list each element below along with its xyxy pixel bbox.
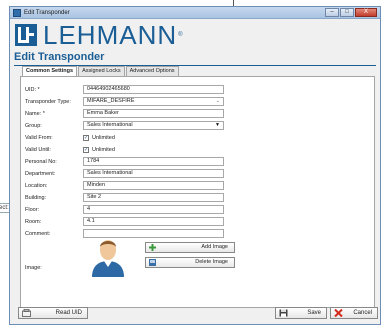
title-bar[interactable]: Edit Transponder – □ X xyxy=(10,7,380,19)
group-value: Sales International xyxy=(87,122,133,128)
valid-from-checkbox-group: ✓ Unlimited xyxy=(83,134,115,141)
valid-until-text: Unlimited xyxy=(92,146,115,153)
group-label: Group: xyxy=(25,122,42,129)
common-settings-panel: UID: * 04464902465680 Transponder Type: … xyxy=(20,76,375,308)
add-image-label: Add Image xyxy=(201,244,228,250)
window-title: Edit Transponder xyxy=(24,10,70,16)
cancel-button[interactable]: Cancel xyxy=(330,307,378,319)
name-field[interactable]: Emma Baker xyxy=(83,109,224,118)
save-label: Save xyxy=(307,310,321,316)
uid-field[interactable]: 04464902465680 xyxy=(83,85,224,94)
app-icon xyxy=(13,9,21,17)
location-label: Location: xyxy=(25,182,48,189)
background-strip xyxy=(0,0,9,325)
read-uid-label: Read UID xyxy=(55,310,82,316)
card-reader-icon xyxy=(22,309,31,317)
transponder-type-row: Transponder Type: MIFARE_DESFIRE ⌄ xyxy=(25,97,225,106)
group-row: Group: Sales International ▼ xyxy=(25,121,225,130)
floppy-disk-icon xyxy=(279,309,288,317)
room-label: Room: xyxy=(25,218,42,225)
personal-no-field[interactable]: 1784 xyxy=(83,157,224,166)
department-row: Department: Sales International xyxy=(25,169,225,178)
uid-label: UID: * xyxy=(25,86,40,93)
name-row: Name: * Emma Baker xyxy=(25,109,225,118)
window-controls: – □ X xyxy=(324,8,377,17)
building-row: Building: Site 2 xyxy=(25,193,225,202)
cancel-x-icon xyxy=(334,308,343,318)
transponder-type-select[interactable]: MIFARE_DESFIRE ⌄ xyxy=(83,97,224,106)
caret-down-icon: ▼ xyxy=(215,122,220,128)
building-label: Building: xyxy=(25,194,47,201)
logo-wordmark: LEHMANN xyxy=(43,20,178,50)
image-label: Image: xyxy=(25,264,42,271)
room-row: Room: 4.1 xyxy=(25,217,225,226)
transponder-type-value: MIFARE_DESFIRE xyxy=(87,98,135,104)
plus-icon xyxy=(149,244,156,251)
floor-row: Floor: 4 xyxy=(25,205,225,214)
page-title: Edit Transponder xyxy=(14,51,105,63)
logo-registered-mark: ® xyxy=(178,32,183,38)
cancel-label: Cancel xyxy=(353,310,372,316)
department-field[interactable]: Sales International xyxy=(83,169,224,178)
location-row: Location: Minden xyxy=(25,181,225,190)
department-label: Department: xyxy=(25,170,56,177)
valid-until-checkbox[interactable]: ✓ xyxy=(83,146,89,153)
comment-label: Comment: xyxy=(25,230,51,237)
avatar-placeholder-icon xyxy=(92,240,124,277)
floor-field[interactable]: 4 xyxy=(83,205,224,214)
room-field[interactable]: 4.1 xyxy=(83,217,224,226)
chevron-down-icon: ⌄ xyxy=(215,98,220,104)
valid-until-label: Valid Until: xyxy=(25,146,51,153)
minimize-button[interactable]: – xyxy=(325,8,339,17)
name-label: Name: * xyxy=(25,110,45,117)
valid-until-checkbox-group: ✓ Unlimited xyxy=(83,146,115,153)
save-button[interactable]: Save xyxy=(275,307,327,319)
read-uid-button[interactable]: Read UID xyxy=(18,307,88,319)
image-delete-icon xyxy=(149,259,156,266)
personal-no-label: Personal No: xyxy=(25,158,57,165)
add-image-button[interactable]: Add Image xyxy=(145,242,235,253)
floor-label: Floor: xyxy=(25,206,40,213)
valid-from-text: Unlimited xyxy=(92,134,115,141)
transponder-type-label: Transponder Type: xyxy=(25,98,71,105)
building-field[interactable]: Site 2 xyxy=(83,193,224,202)
valid-from-row: Valid From: ✓ Unlimited xyxy=(25,133,225,142)
tab-assigned-locks[interactable]: Assigned Locks xyxy=(78,66,125,76)
close-button[interactable]: X xyxy=(355,8,377,17)
tab-advanced-options[interactable]: Advanced Options xyxy=(125,66,179,76)
uid-row: UID: * 04464902465680 xyxy=(25,85,225,94)
maximize-button[interactable]: □ xyxy=(340,8,354,17)
delete-image-button[interactable]: Delete Image xyxy=(145,257,235,268)
valid-from-checkbox[interactable]: ✓ xyxy=(83,134,89,141)
valid-until-row: Valid Until: ✓ Unlimited xyxy=(25,145,225,154)
group-select[interactable]: Sales International ▼ xyxy=(83,121,224,130)
edit-transponder-window: Edit Transponder – □ X LEHMANN ® Edit Tr… xyxy=(9,6,381,325)
logo-mark-icon xyxy=(15,24,37,46)
delete-image-label: Delete Image xyxy=(195,259,228,265)
personal-no-row: Personal No: 1784 xyxy=(25,157,225,166)
valid-from-label: Valid From: xyxy=(25,134,53,141)
lehmann-logo: LEHMANN ® xyxy=(15,22,183,48)
location-field[interactable]: Minden xyxy=(83,181,224,190)
